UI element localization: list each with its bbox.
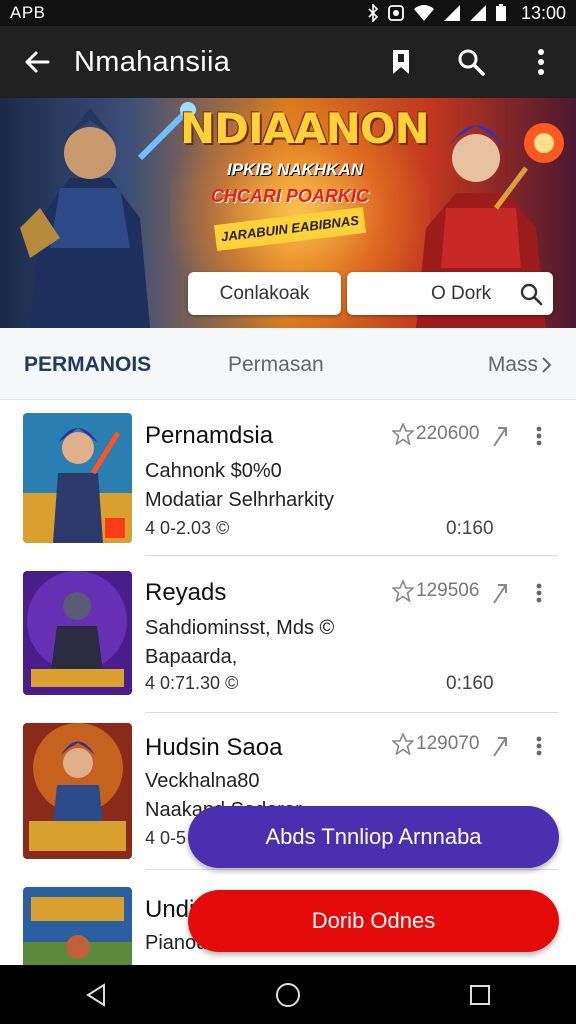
banner-button-right[interactable]: O Dork bbox=[347, 272, 553, 315]
nav-home-button[interactable] bbox=[248, 965, 328, 1024]
search-button[interactable] bbox=[436, 26, 506, 98]
game-thumbnail bbox=[23, 723, 132, 859]
share-icon[interactable] bbox=[490, 734, 510, 758]
status-icons: 13:00 bbox=[367, 3, 566, 24]
nav-back-button[interactable] bbox=[56, 965, 136, 1024]
divider bbox=[145, 555, 558, 556]
tab-permanois[interactable]: PERMANOIS bbox=[24, 353, 151, 377]
search-icon bbox=[520, 283, 543, 306]
item-line-1: Veckhalna80 bbox=[145, 770, 260, 792]
app-bar: Nmahansiia bbox=[0, 26, 576, 98]
share-icon[interactable] bbox=[490, 581, 510, 605]
app-screen: APB 13:00 Nmahansiia NDIAANON IPKIB NAKH… bbox=[0, 0, 576, 1024]
more-vert-icon[interactable] bbox=[536, 426, 542, 446]
game-list: Pernamdsia 220600 Cahnonk $0%0 Modatiar … bbox=[0, 400, 576, 965]
banner-button-left-label: Conlakoak bbox=[219, 282, 310, 304]
banner-title: NDIAANON bbox=[180, 104, 430, 153]
arrow-back-icon bbox=[25, 51, 50, 73]
battery-icon bbox=[495, 4, 506, 21]
more-vert-icon[interactable] bbox=[536, 583, 542, 603]
divider bbox=[145, 869, 558, 870]
secondary-action-button[interactable]: Dorib Odnes bbox=[188, 890, 559, 952]
item-title: Hudsin Saoa bbox=[145, 734, 283, 761]
banner-button-left[interactable]: Conlakoak bbox=[188, 272, 341, 315]
primary-action-button[interactable]: Abds Tnnliop Arnnaba bbox=[188, 806, 559, 868]
item-meta: 4 0:71.30 © bbox=[145, 673, 239, 693]
back-button[interactable] bbox=[0, 26, 74, 98]
share-icon[interactable] bbox=[490, 424, 510, 448]
item-title: Pernamdsia bbox=[145, 422, 274, 449]
hero-left-illustration bbox=[20, 102, 196, 328]
nav-home-icon bbox=[276, 982, 300, 1007]
item-line-1: Sahdiominsst, Mds © bbox=[145, 617, 335, 639]
more-vert-icon bbox=[538, 49, 544, 75]
nav-back-icon bbox=[86, 982, 105, 1007]
nav-recents-button[interactable] bbox=[440, 965, 520, 1024]
more-options-button[interactable] bbox=[506, 26, 576, 98]
bookmark-icon bbox=[393, 50, 409, 74]
item-rating: 129506 bbox=[392, 580, 479, 602]
game-thumbnail bbox=[23, 571, 132, 695]
promo-banner[interactable]: NDIAANON IPKIB NAKHKAN CHCARI POARKIC JA… bbox=[0, 98, 576, 328]
item-rating-value: 129070 bbox=[416, 733, 480, 754]
game-thumbnail bbox=[23, 413, 132, 543]
item-title: Reyads bbox=[145, 579, 227, 606]
item-line-2: Bapaarda, bbox=[145, 646, 238, 668]
item-rating-value: 129506 bbox=[416, 580, 480, 601]
clock: 13:00 bbox=[520, 2, 566, 23]
item-rating: 129070 bbox=[392, 733, 479, 755]
nfc-icon bbox=[388, 5, 404, 21]
item-title: Undi bbox=[145, 896, 195, 923]
search-icon bbox=[458, 49, 485, 76]
star-icon bbox=[392, 580, 414, 602]
page-title: Nmahansiia bbox=[74, 45, 231, 78]
tab-bar: PERMANOIS Permasan Mass bbox=[0, 328, 576, 400]
list-item[interactable]: Reyads 129506 Sahdiominsst, Mds © Bapaar… bbox=[0, 557, 576, 713]
more-vert-icon[interactable] bbox=[536, 736, 542, 756]
star-icon bbox=[392, 423, 414, 445]
item-meta: 4 0-5 bbox=[145, 828, 187, 848]
item-price: 0:160 bbox=[446, 673, 494, 694]
bookmark-button[interactable] bbox=[366, 26, 436, 98]
bluetooth-icon bbox=[368, 4, 379, 22]
tab-permasan[interactable]: Permasan bbox=[228, 353, 324, 377]
chevron-right-icon bbox=[542, 357, 552, 373]
signal-2-icon bbox=[469, 5, 486, 21]
banner-button-right-label: O Dork bbox=[431, 282, 492, 304]
wifi-icon bbox=[413, 5, 434, 21]
star-icon bbox=[392, 733, 414, 755]
banner-subtitle-1: IPKIB NAKHKAN bbox=[227, 160, 363, 179]
nav-recents-icon bbox=[470, 984, 490, 1005]
item-rating-value: 220600 bbox=[416, 423, 480, 444]
banner-subtitle-2: CHCARI POARKIC bbox=[210, 186, 369, 206]
list-item[interactable]: Pernamdsia 220600 Cahnonk $0%0 Modatiar … bbox=[0, 400, 576, 556]
carrier-label: APB bbox=[10, 3, 46, 22]
item-meta: 4 0-2.03 © bbox=[145, 518, 230, 538]
item-rating: 220600 bbox=[392, 423, 479, 445]
tab-mass[interactable]: Mass bbox=[488, 353, 552, 377]
item-line-1: Cahnonk $0%0 bbox=[145, 460, 282, 482]
status-bar: APB 13:00 bbox=[0, 0, 576, 26]
tab-mass-label: Mass bbox=[487, 353, 538, 376]
game-thumbnail bbox=[23, 887, 132, 965]
signal-icon bbox=[443, 5, 460, 21]
system-nav-bar bbox=[0, 965, 576, 1024]
item-price: 0:160 bbox=[446, 518, 494, 539]
item-line-2: Modatiar Selhrharkity bbox=[145, 489, 334, 511]
